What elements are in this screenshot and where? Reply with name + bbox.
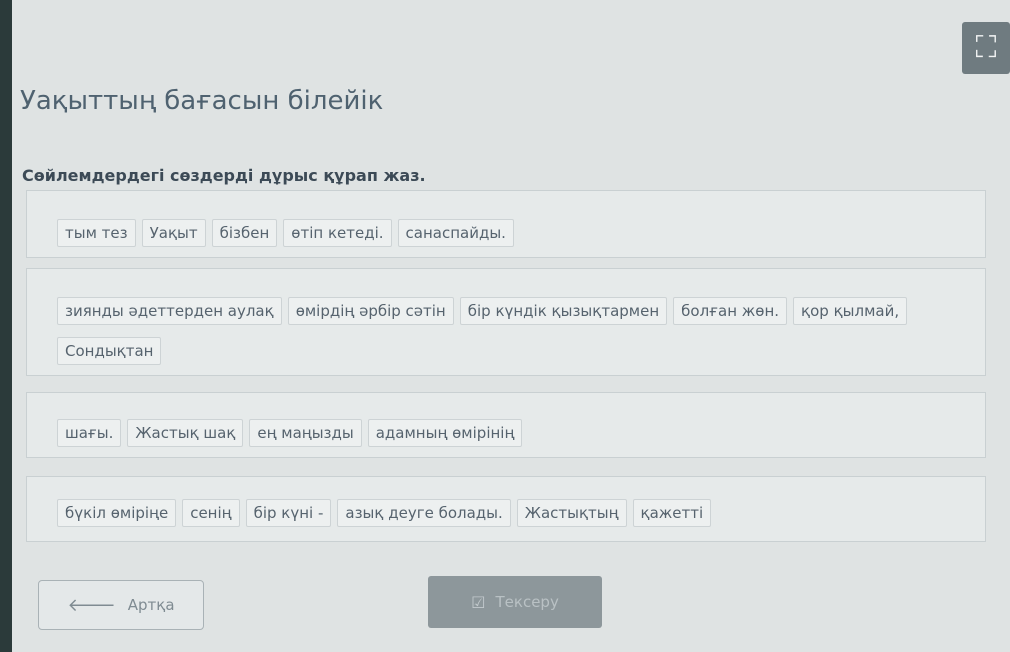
word-chip[interactable]: өтіп кетеді. xyxy=(283,219,392,247)
check-button[interactable]: ☑ Тексеру xyxy=(428,576,602,628)
word-chip[interactable]: қор қылмай, xyxy=(793,297,908,325)
word-chip[interactable]: Жастық шақ xyxy=(127,419,244,447)
word-chip[interactable]: сенің xyxy=(182,499,240,527)
word-chip[interactable]: азық деуге болады. xyxy=(337,499,511,527)
arrow-left-icon: 🡐 xyxy=(67,594,116,616)
check-button-label: Тексеру xyxy=(495,593,559,611)
checkbox-icon: ☑ xyxy=(471,592,486,612)
word-chip[interactable]: ең маңызды xyxy=(249,419,362,447)
word-chip[interactable]: өмірдің әрбір сәтін xyxy=(287,297,454,325)
word-chip[interactable]: шағы. xyxy=(57,419,122,447)
task-instruction: Сөйлемдердегі сөздерді дұрыс құрап жаз. xyxy=(22,166,426,185)
word-chip[interactable]: қажетті xyxy=(632,499,712,527)
word-chip[interactable]: бізбен xyxy=(211,219,278,247)
word-chip[interactable]: бүкіл өміріңе xyxy=(57,499,177,527)
word-chip[interactable]: адамның өмірінің xyxy=(367,419,523,447)
word-chip[interactable]: зиянды әдеттерден аулақ xyxy=(57,297,282,325)
expand-icon: ⛶ xyxy=(975,30,997,65)
back-button[interactable]: 🡐 Артқа xyxy=(38,580,204,630)
page-title: Уақыттың бағасын білейік xyxy=(20,86,384,116)
word-chip[interactable]: Уақыт xyxy=(141,219,206,247)
word-chip[interactable]: Сондықтан xyxy=(57,337,162,365)
sentence-row-4[interactable]: бүкіл өміріңе сенің бір күні - азық деуг… xyxy=(26,476,986,542)
back-button-label: Артқа xyxy=(127,596,175,614)
fullscreen-button[interactable]: ⛶ xyxy=(962,22,1010,74)
word-chip[interactable]: бір күндік қызықтармен xyxy=(459,297,668,325)
word-chip[interactable]: тым тез xyxy=(57,219,136,247)
word-chip[interactable]: Жастықтың xyxy=(516,499,627,527)
sentence-row-3[interactable]: шағы. Жастық шақ ең маңызды адамның өмір… xyxy=(26,392,986,458)
word-chip[interactable]: санаспайды. xyxy=(397,219,514,247)
sentence-row-2[interactable]: зиянды әдеттерден аулақ өмірдің әрбір сә… xyxy=(26,268,986,376)
word-chip[interactable]: бір күні - xyxy=(245,499,332,527)
left-edge-strip xyxy=(0,0,12,652)
word-chip[interactable]: болған жөн. xyxy=(673,297,788,325)
sentence-row-1[interactable]: тым тез Уақыт бізбен өтіп кетеді. санасп… xyxy=(26,190,986,258)
